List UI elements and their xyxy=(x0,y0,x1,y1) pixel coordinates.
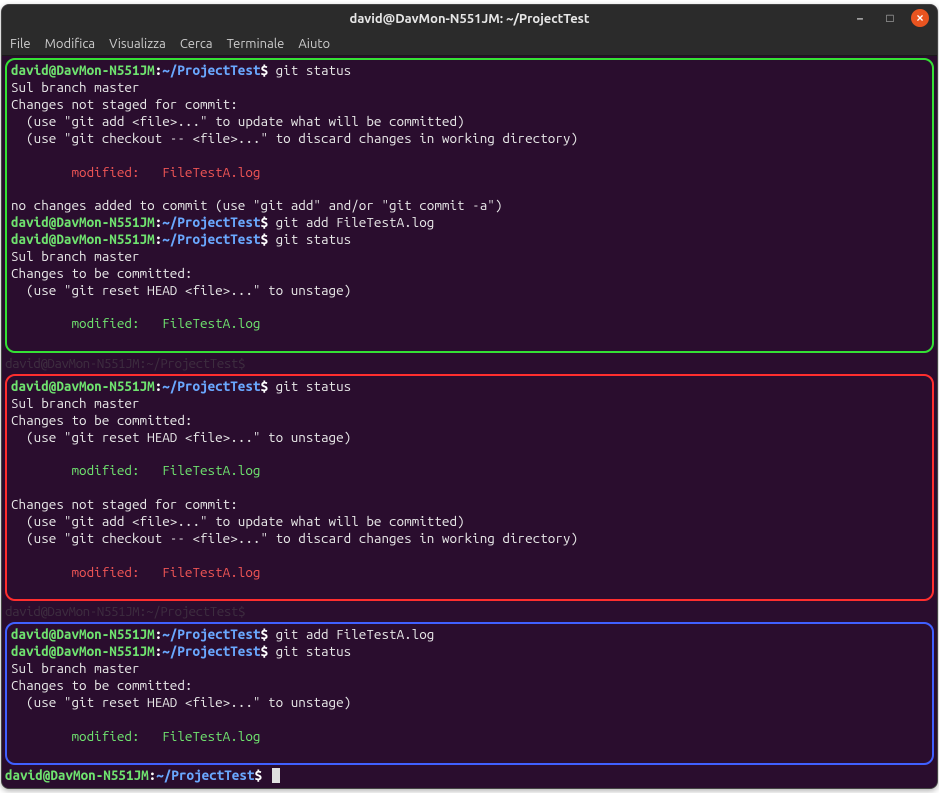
annotation-block-2: david@DavMon-N551JM:~/ProjectTest$ git s… xyxy=(5,374,934,601)
output-line: Sul branch master xyxy=(11,395,928,412)
menu-edit[interactable]: Modifica xyxy=(45,36,95,52)
output-line: (use "git checkout -- <file>..." to disc… xyxy=(11,130,928,147)
output-line: Changes to be committed: xyxy=(11,412,928,429)
obscured-line: david@DavMon-N551JM:~/ProjectTest$ xyxy=(5,603,934,620)
current-prompt[interactable]: david@DavMon-N551JM:~/ProjectTest$ xyxy=(5,767,934,784)
prompt-user: david@DavMon-N551JM xyxy=(11,62,155,78)
cursor xyxy=(272,768,280,783)
output-line: (use "git reset HEAD <file>..." to unsta… xyxy=(11,429,928,446)
output-line: (use "git add <file>..." to update what … xyxy=(11,113,928,130)
command: git add FileTestA.log xyxy=(268,214,434,230)
annotation-block-3: david@DavMon-N551JM:~/ProjectTest$ git a… xyxy=(5,622,934,765)
command: git status xyxy=(268,643,351,659)
minimize-button[interactable]: – xyxy=(851,9,869,27)
output-line: Changes to be committed: xyxy=(11,265,928,282)
command: git status xyxy=(268,231,351,247)
output-line: (use "git add <file>..." to update what … xyxy=(11,513,928,530)
terminal-body[interactable]: david@DavMon-N551JM:~/ProjectTest$ git s… xyxy=(2,58,937,788)
annotation-block-1: david@DavMon-N551JM:~/ProjectTest$ git s… xyxy=(5,58,934,353)
obscured-line: david@DavMon-N551JM:~/ProjectTest$ xyxy=(5,355,934,372)
output-modified-staged: modified: FileTestA.log xyxy=(11,315,928,332)
output-modified-staged: modified: FileTestA.log xyxy=(11,728,928,745)
output-modified-unstaged: modified: FileTestA.log xyxy=(11,564,928,581)
output-line: (use "git reset HEAD <file>..." to unsta… xyxy=(11,694,928,711)
menu-file[interactable]: File xyxy=(10,36,31,52)
window-controls: – □ × xyxy=(851,9,929,27)
output-line: no changes added to commit (use "git add… xyxy=(11,197,928,214)
menu-search[interactable]: Cerca xyxy=(180,36,213,52)
output-line: Changes not staged for commit: xyxy=(11,496,928,513)
command: git status xyxy=(268,62,351,78)
titlebar: david@DavMon-N551JM: ~/ProjectTest – □ × xyxy=(2,5,937,33)
output-line: Sul branch master xyxy=(11,248,928,265)
menu-view[interactable]: Visualizza xyxy=(109,36,166,52)
output-line: Sul branch master xyxy=(11,79,928,96)
output-line: (use "git reset HEAD <file>..." to unsta… xyxy=(11,282,928,299)
prompt-path: ~/ProjectTest xyxy=(162,62,260,78)
output-line: Sul branch master xyxy=(11,660,928,677)
menubar: File Modifica Visualizza Cerca Terminale… xyxy=(2,33,937,56)
menu-terminal[interactable]: Terminale xyxy=(227,36,285,52)
menu-help[interactable]: Aiuto xyxy=(298,36,330,52)
output-line: Changes not staged for commit: xyxy=(11,96,928,113)
output-line: (use "git checkout -- <file>..." to disc… xyxy=(11,530,928,547)
command: git status xyxy=(268,378,351,394)
terminal-window: david@DavMon-N551JM: ~/ProjectTest – □ ×… xyxy=(1,4,938,789)
close-button[interactable]: × xyxy=(911,9,929,27)
output-modified-unstaged: modified: FileTestA.log xyxy=(11,164,928,181)
output-line: Changes to be committed: xyxy=(11,677,928,694)
command: git add FileTestA.log xyxy=(268,626,434,642)
output-modified-staged: modified: FileTestA.log xyxy=(11,462,928,479)
maximize-button[interactable]: □ xyxy=(881,9,899,27)
window-title: david@DavMon-N551JM: ~/ProjectTest xyxy=(350,11,590,27)
